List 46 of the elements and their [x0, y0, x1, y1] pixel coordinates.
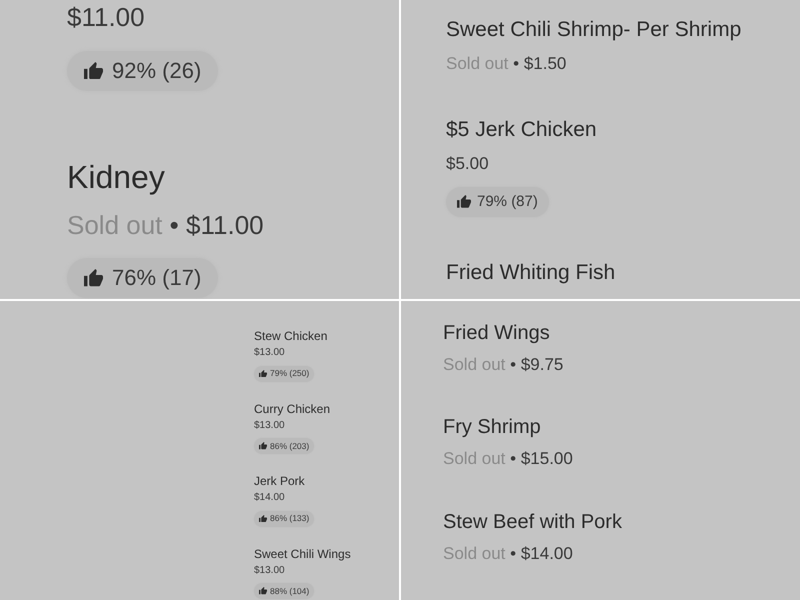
- dish-name: Fried Whiting Fish: [446, 260, 616, 286]
- price-text: $11.00: [186, 208, 264, 241]
- sold-out-label: Sold out: [443, 354, 506, 376]
- price-text: $13.00: [254, 347, 285, 360]
- rating-text: 79% (87): [477, 194, 538, 209]
- bullet-separator: •: [510, 448, 516, 470]
- rating-text: 86% (203): [270, 442, 310, 450]
- dish-name: Jerk Pork: [254, 474, 305, 489]
- price-text: $11.00: [67, 1, 145, 34]
- bullet-separator: •: [510, 354, 516, 376]
- price-text: $13.00: [254, 564, 285, 577]
- rating-text: 86% (133): [270, 514, 310, 523]
- thumbs-up-icon: [457, 195, 471, 208]
- rating-text: 92% (26): [112, 60, 202, 82]
- bullet-separator: •: [513, 52, 520, 74]
- thumbs-up-icon: [259, 442, 267, 450]
- dish-name: Stew Beef with Pork: [443, 510, 622, 534]
- sold-out-label: Sold out: [443, 542, 506, 564]
- dish-name: Sweet Chili Shrimp- Per Shrimp: [446, 17, 742, 43]
- thumbs-up-icon: [259, 514, 267, 522]
- thumbs-up-icon: [259, 587, 267, 595]
- price-text: $14.00: [254, 492, 285, 504]
- sold-out-label: Sold out: [443, 448, 506, 470]
- thumbs-up-icon: [259, 370, 267, 378]
- dish-name: Fried Wings: [443, 321, 550, 346]
- thumbs-up-icon: [84, 269, 103, 287]
- dish-name: Stew Chicken: [254, 329, 328, 344]
- price-text: $9.75: [520, 354, 564, 376]
- sold-out-label: Sold out: [67, 208, 162, 241]
- price-text: $15.00: [520, 448, 573, 470]
- price-text: $5.00: [446, 152, 489, 174]
- rating-text: 88% (104): [270, 586, 310, 596]
- rating-text: 79% (250): [270, 369, 310, 378]
- price-text: $1.50: [524, 52, 566, 74]
- bullet-separator: •: [170, 208, 179, 241]
- price-text: $14.00: [520, 542, 573, 564]
- price-text: $13.00: [254, 420, 285, 432]
- dish-name: Sweet Chili Wings: [254, 546, 351, 562]
- dish-name: Fry Shrimp: [443, 415, 541, 440]
- thumbs-up-icon: [84, 62, 103, 80]
- dish-name: Curry Chicken: [254, 402, 330, 416]
- bullet-separator: •: [510, 542, 516, 564]
- sold-out-label: Sold out: [446, 52, 508, 74]
- rating-text: 76% (17): [112, 267, 202, 289]
- dish-name: $5 Jerk Chicken: [446, 117, 597, 143]
- dish-name: Kidney: [67, 158, 165, 196]
